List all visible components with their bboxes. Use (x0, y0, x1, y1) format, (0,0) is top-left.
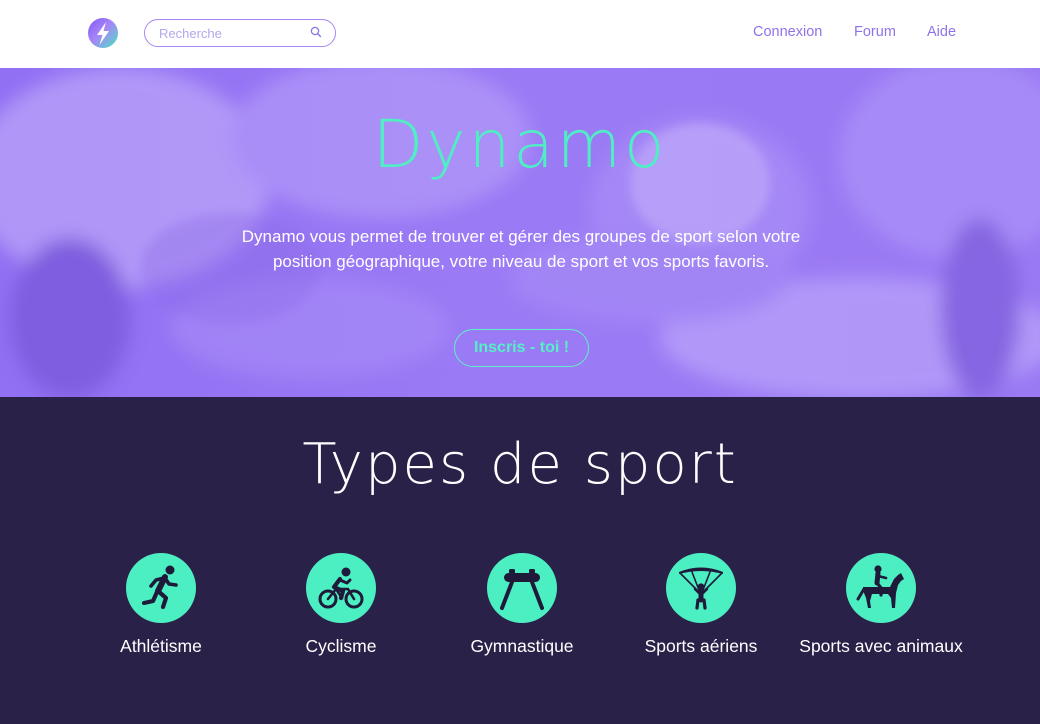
nav-link-connexion[interactable]: Connexion (753, 23, 822, 41)
horse-rider-icon (846, 553, 916, 623)
sport-label: Sports aériens (644, 636, 758, 656)
sport-label: Gymnastique (470, 636, 574, 656)
sport-label: Cyclisme (305, 636, 377, 656)
cyclist-icon (306, 553, 376, 623)
lightning-bolt-icon (97, 22, 109, 45)
top-navbar: Connexion Forum Aide (0, 0, 1040, 68)
sport-label: Sports avec animaux (799, 636, 963, 656)
pommel-horse-icon (487, 553, 557, 623)
hero-title: Dynamo (372, 106, 668, 183)
nav-link-aide[interactable]: Aide (927, 23, 956, 41)
logo[interactable] (88, 18, 118, 48)
search-input[interactable] (159, 24, 304, 43)
search-icon[interactable] (310, 26, 322, 38)
hero-description: Dynamo vous permet de trouver et gérer d… (241, 227, 801, 271)
signup-button[interactable]: Inscris - toi ! (454, 329, 589, 367)
nav-link-forum[interactable]: Forum (854, 23, 896, 41)
sport-label: Athlétisme (120, 636, 202, 656)
sports-section-title: Types de sport (302, 432, 738, 497)
search-box (144, 19, 336, 47)
runner-icon (126, 553, 196, 623)
hero-banner: Dynamo Dynamo vous permet de trouver et … (0, 68, 1040, 397)
paraglider-icon (666, 553, 736, 623)
